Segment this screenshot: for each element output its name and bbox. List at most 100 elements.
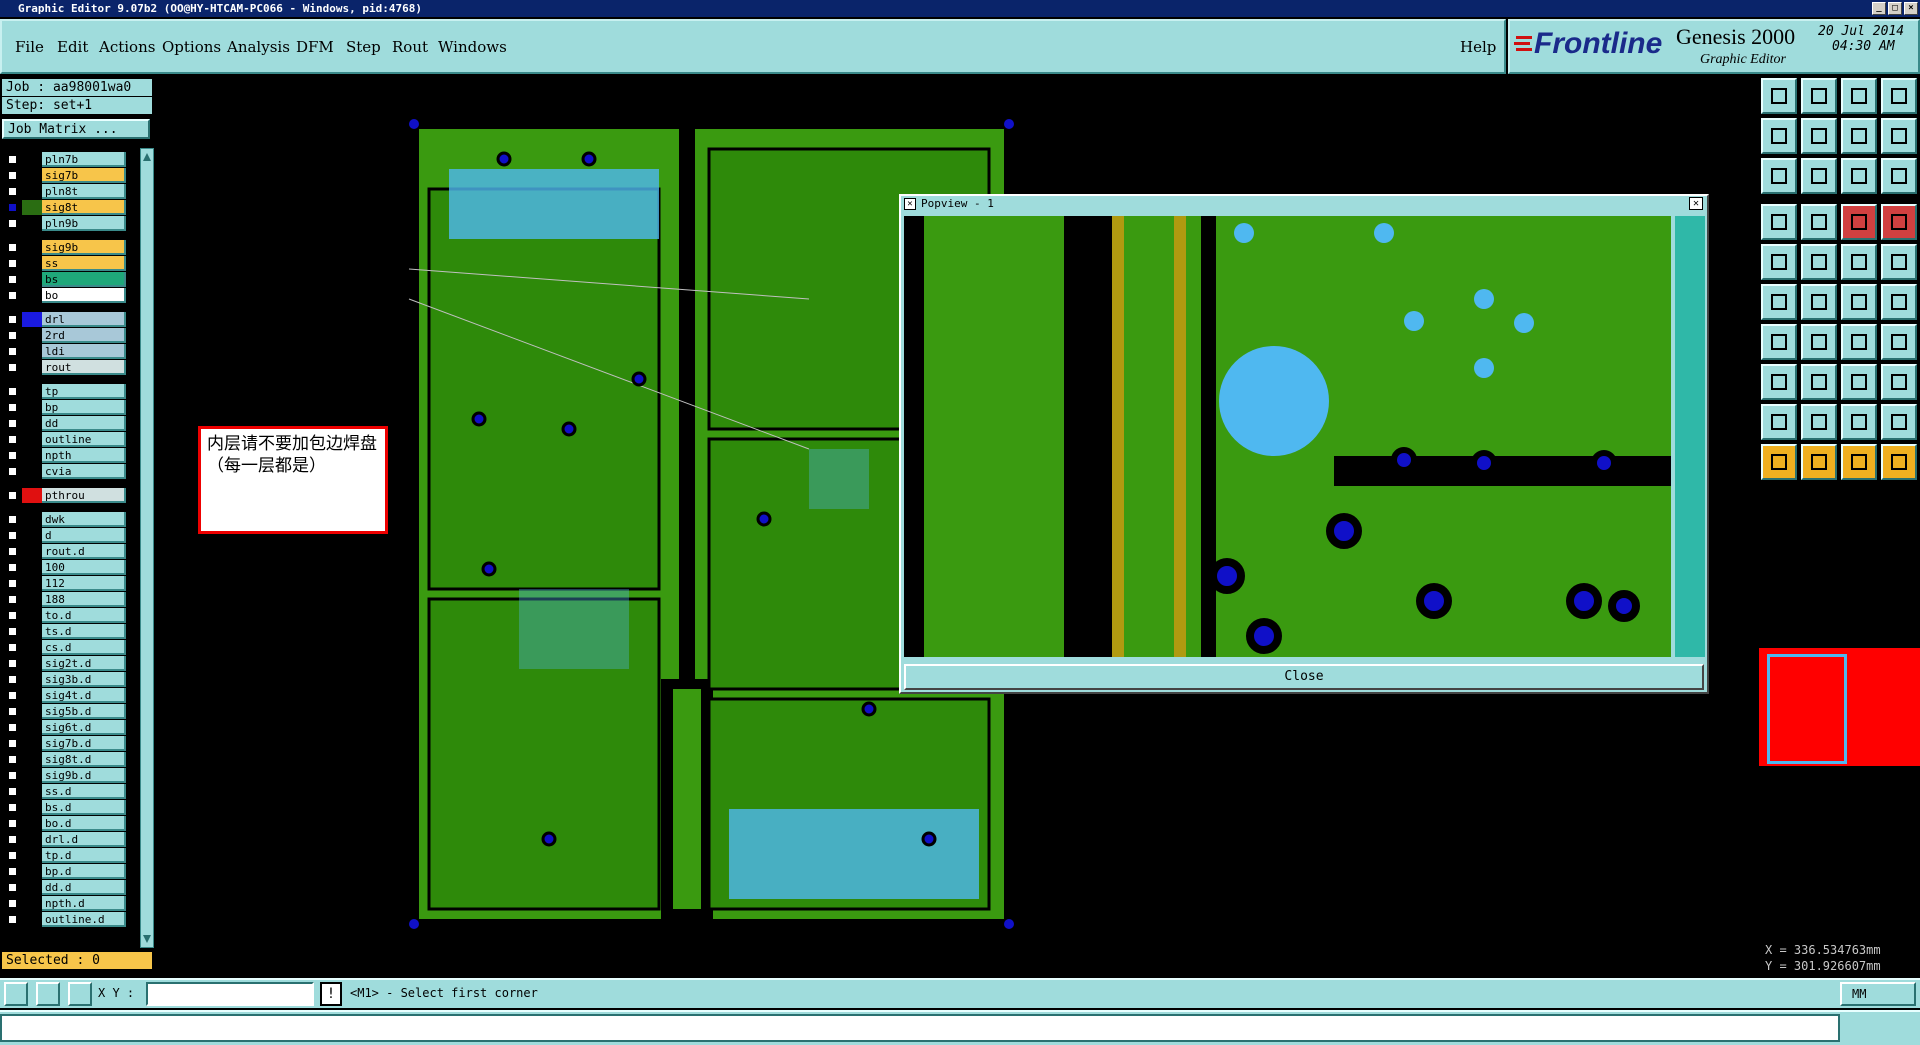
layer-row-d[interactable]: d [4, 528, 126, 543]
layer-color-swatch[interactable] [22, 240, 42, 255]
layer-checkbox[interactable] [7, 578, 18, 589]
layer-checkbox[interactable] [7, 450, 18, 461]
layer-checkbox[interactable] [7, 402, 18, 413]
zoom-icon[interactable] [1801, 158, 1837, 194]
pointer-2-icon[interactable] [1801, 444, 1837, 480]
select-mode-icon[interactable] [4, 982, 28, 1006]
edit-icon[interactable] [1801, 244, 1837, 280]
layer-row-dd[interactable]: dd [4, 416, 126, 431]
layer-color-swatch[interactable] [22, 864, 42, 879]
home-icon[interactable] [1841, 78, 1877, 114]
layer-color-swatch[interactable] [22, 704, 42, 719]
layer-row-ts-d[interactable]: ts.d [4, 624, 126, 639]
layer-row-pthrou[interactable]: pthrou [4, 488, 126, 503]
layer-checkbox[interactable] [7, 490, 18, 501]
layer-checkbox[interactable] [7, 722, 18, 733]
layer-name[interactable]: ts.d [42, 624, 126, 639]
layer-checkbox[interactable] [7, 418, 18, 429]
layer-row-npth[interactable]: npth [4, 448, 126, 463]
layer-color-swatch[interactable] [22, 912, 42, 927]
layer-name[interactable]: sig7b [42, 168, 126, 183]
arc-icon[interactable] [1841, 284, 1877, 320]
measure-icon[interactable] [1841, 204, 1877, 240]
pad-icon[interactable] [1761, 244, 1797, 280]
layer-row-sig3b-d[interactable]: sig3b.d [4, 672, 126, 687]
node-icon[interactable] [1881, 284, 1917, 320]
layer-row-outline[interactable]: outline [4, 432, 126, 447]
layer-row-sig7b[interactable]: sig7b [4, 168, 126, 183]
layer-row-pln9b[interactable]: pln9b [4, 216, 126, 231]
layer-name[interactable]: pthrou [42, 488, 126, 503]
route-icon[interactable] [1881, 444, 1917, 480]
menu-file[interactable]: File [15, 38, 44, 56]
layer-name[interactable]: 112 [42, 576, 126, 591]
layer-color-swatch[interactable] [22, 784, 42, 799]
popview-close-button[interactable]: Close [904, 664, 1704, 690]
popview-zoom-canvas[interactable] [904, 216, 1671, 657]
layer-name[interactable]: 100 [42, 560, 126, 575]
layer-row-drl-d[interactable]: drl.d [4, 832, 126, 847]
layer-name[interactable]: outline [42, 432, 126, 447]
layer-name[interactable]: npth [42, 448, 126, 463]
layer-name[interactable]: sig8t.d [42, 752, 126, 767]
layer-checkbox[interactable] [7, 738, 18, 749]
menu-windows[interactable]: Windows [438, 38, 507, 56]
maximize-button[interactable]: □ [1888, 2, 1902, 15]
menu-edit[interactable]: Edit [57, 38, 88, 56]
layer-color-swatch[interactable] [22, 816, 42, 831]
layer-checkbox[interactable] [7, 274, 18, 285]
layer-checkbox[interactable] [7, 514, 18, 525]
layer-name[interactable]: ss.d [42, 784, 126, 799]
layer-checkbox[interactable] [7, 258, 18, 269]
layer-checkbox[interactable] [7, 674, 18, 685]
xy-input[interactable] [146, 982, 314, 1006]
layer-checkbox[interactable] [7, 834, 18, 845]
layer-row-dwk[interactable]: dwk [4, 512, 126, 527]
text-icon[interactable] [1881, 324, 1917, 360]
layer-row-cvia[interactable]: cvia [4, 464, 126, 479]
layer-checkbox[interactable] [7, 754, 18, 765]
layer-color-swatch[interactable] [22, 528, 42, 543]
scroll-up-icon[interactable] [143, 153, 151, 161]
layer-checkbox[interactable] [7, 186, 18, 197]
layer-checkbox[interactable] [7, 690, 18, 701]
draw-line-icon[interactable] [1761, 324, 1797, 360]
table-icon[interactable] [1801, 204, 1837, 240]
layer-color-swatch[interactable] [22, 688, 42, 703]
popview-menu-icon[interactable]: ✕ [904, 198, 916, 210]
menu-analysis[interactable]: Analysis [227, 38, 290, 56]
layer-color-swatch[interactable] [22, 848, 42, 863]
layer-row-sig9b[interactable]: sig9b [4, 240, 126, 255]
layer-checkbox[interactable] [7, 362, 18, 373]
save-icon[interactable] [1801, 78, 1837, 114]
menu-options[interactable]: Options [162, 38, 221, 56]
open-icon[interactable] [1761, 78, 1797, 114]
layer-row-sig7b-d[interactable]: sig7b.d [4, 736, 126, 751]
copy-icon[interactable] [1881, 364, 1917, 400]
layer-name[interactable]: 2rd [42, 328, 126, 343]
layer-row-dd-d[interactable]: dd.d [4, 880, 126, 895]
layer-row-188[interactable]: 188 [4, 592, 126, 607]
layer-name[interactable]: ldi [42, 344, 126, 359]
layer-row-bo[interactable]: bo [4, 288, 126, 303]
layer-row-pln8t[interactable]: pln8t [4, 184, 126, 199]
layer-checkbox[interactable] [7, 434, 18, 445]
layer-name[interactable]: cs.d [42, 640, 126, 655]
grid-icon[interactable] [1881, 78, 1917, 114]
layer-name[interactable]: sig2t.d [42, 656, 126, 671]
layer-color-swatch[interactable] [22, 896, 42, 911]
layer-name[interactable]: bp.d [42, 864, 126, 879]
layer-color-swatch[interactable] [22, 416, 42, 431]
cross-icon[interactable] [1801, 284, 1837, 320]
layer-name[interactable]: bs.d [42, 800, 126, 815]
layer-name[interactable]: outline.d [42, 912, 126, 927]
layer-color-swatch[interactable] [22, 720, 42, 735]
layer-checkbox[interactable] [7, 642, 18, 653]
layer-row-sig5b-d[interactable]: sig5b.d [4, 704, 126, 719]
layer-name[interactable]: 188 [42, 592, 126, 607]
layer-checkbox[interactable] [7, 562, 18, 573]
layer-name[interactable]: cvia [42, 464, 126, 479]
snap-icon[interactable] [1761, 284, 1797, 320]
triangle-3-icon[interactable] [1841, 404, 1877, 440]
help-icon[interactable] [1881, 158, 1917, 194]
